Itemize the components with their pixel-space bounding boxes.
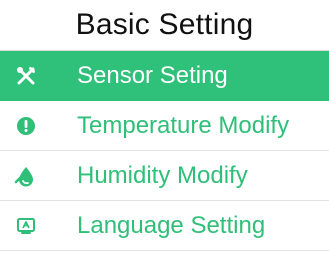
basic-setting-panel: Basic Setting Sensor Seting Temperature … — [0, 0, 329, 253]
temperature-modify-label: Temperature Modify — [77, 111, 290, 139]
menu-item-temperature-modify[interactable]: Temperature Modify — [0, 101, 329, 151]
humidity-modify-label: Humidity Modify — [77, 161, 248, 189]
sensor-setting-label: Sensor Seting — [77, 61, 228, 89]
thermometer-info-icon — [13, 113, 39, 139]
settings-menu: Sensor Seting Temperature Modify Humidit… — [0, 51, 329, 253]
menu-item-humidity-modify[interactable]: Humidity Modify — [0, 151, 329, 201]
language-icon — [13, 213, 39, 239]
tools-icon — [13, 63, 39, 89]
page-title: Basic Setting — [75, 8, 254, 41]
menu-item-sensor-setting[interactable]: Sensor Seting — [0, 51, 329, 101]
droplet-icon — [13, 163, 39, 189]
menu-item-language-setting[interactable]: Language Setting — [0, 201, 329, 251]
language-setting-label: Language Setting — [77, 211, 266, 239]
